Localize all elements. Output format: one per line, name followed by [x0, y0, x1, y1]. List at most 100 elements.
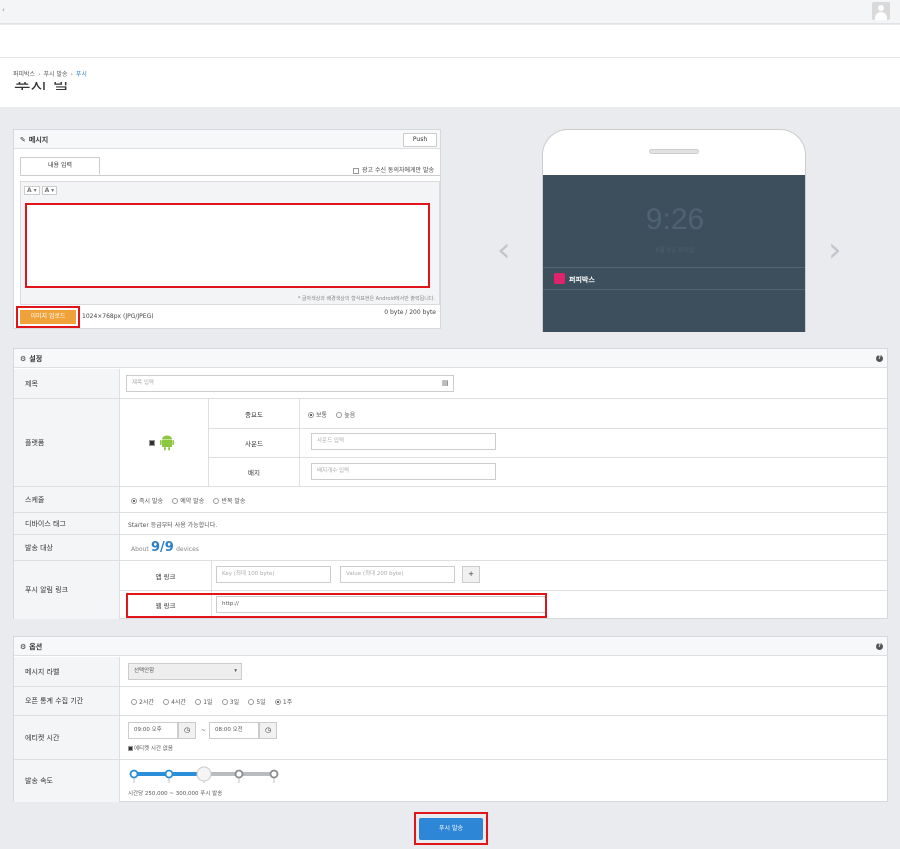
phone-speaker	[649, 149, 699, 154]
header-area	[0, 25, 900, 107]
sound-input[interactable]: 사운드 입력	[311, 433, 496, 450]
divider	[208, 457, 887, 458]
help-icon[interactable]: ?	[876, 355, 883, 362]
tab-content-input[interactable]: 내용 입력	[20, 157, 100, 175]
gear-icon: ⚙	[20, 355, 27, 363]
page-title: 푸시 발송	[14, 82, 84, 90]
breadcrumb: 퍼피박스 › 푸시 발송 › 푸시	[13, 69, 87, 78]
caret-down-icon: ▾	[234, 668, 237, 674]
message-panel: ✎ 메시지 Push 내용 입력 광고 수신 동의자에게만 발송 A ▾ A ▾ *…	[13, 129, 441, 329]
radio-stats-5d[interactable]	[248, 698, 255, 705]
radio-importance-high[interactable]	[336, 411, 343, 418]
radio-stats-2h[interactable]	[131, 698, 137, 705]
device-tag-label: 디바이스 태그	[14, 513, 120, 534]
speed-row: 발송 속도 시간당 250,000 ~ 300,000 푸시 발송	[14, 760, 887, 802]
chevron-right-icon: ›	[70, 71, 73, 78]
editor-note: * 글자색상과 배경색상의 형식표현은 Android에서만 출력됩니다.	[297, 296, 435, 302]
speed-note: 시간당 250,000 ~ 300,000 푸시 발송	[128, 791, 223, 797]
app-icon	[554, 273, 565, 284]
next-arrow-icon[interactable]: ›	[828, 230, 842, 270]
divider	[120, 590, 887, 591]
importance-label: 중요도	[208, 399, 300, 428]
message-label-label: 메시지 라벨	[14, 657, 120, 686]
clock-icon[interactable]: ◷	[178, 722, 196, 739]
add-link-button[interactable]: +	[462, 566, 480, 583]
title-row: 제목 제목 입력 ▤	[14, 369, 887, 399]
badge-label: 배지	[208, 457, 300, 487]
breadcrumb-item[interactable]: 퍼피박스	[13, 71, 35, 78]
radio-schedule-repeat[interactable]	[213, 497, 220, 504]
options-header: ⚙ 옵션?	[14, 637, 887, 656]
preview-app-name: 퍼피박스	[569, 276, 595, 284]
message-editor: A ▾ A ▾ * 글자색상과 배경색상의 형식표현은 Android에서만 출력…	[20, 181, 440, 305]
pencil-icon: ✎	[20, 136, 26, 144]
radio-schedule-now[interactable]	[131, 497, 137, 504]
font-color-button[interactable]: A ▾	[24, 186, 40, 195]
platform-label: 플랫폼	[14, 399, 120, 486]
byte-count: 0 byte / 200 byte	[384, 309, 436, 316]
preview-time: 9:26	[645, 203, 705, 236]
etiquette-row: 에티켓 시간 09:00 오후 ◷ ~ 08:00 오전 ◷ 에티켓 시간 없음	[14, 716, 887, 760]
settings-header: ⚙ 설정?	[14, 349, 887, 368]
etiquette-end-input[interactable]: 08:00 오전	[209, 722, 259, 739]
android-option[interactable]	[149, 435, 175, 451]
phone-screen: 9:26 6월 9일 화요일 퍼피박스	[543, 175, 805, 332]
gear-icon: ⚙	[20, 643, 27, 651]
radio-importance-normal[interactable]	[308, 411, 314, 418]
prev-arrow-icon[interactable]: ‹	[497, 230, 511, 270]
badge-input[interactable]: 배지개수 입력	[311, 463, 496, 480]
label-row: 메시지 라벨 선택안함 ▾	[14, 657, 887, 687]
speed-stop[interactable]	[129, 769, 139, 779]
push-type-button[interactable]: Push	[403, 133, 437, 147]
preview-notification: 퍼피박스	[543, 267, 805, 290]
target-row: 발송 대상 About 9/9 devices	[14, 535, 887, 561]
radio-stats-1d[interactable]	[195, 698, 202, 705]
title-input[interactable]: 제목 입력	[126, 375, 454, 392]
device-tag-row: 디바이스 태그 Starter 등급부터 사용 가능합니다.	[14, 513, 887, 535]
radio-schedule-reserve[interactable]	[172, 497, 179, 504]
checkbox-icon[interactable]	[149, 440, 155, 446]
target-label: 발송 대상	[14, 535, 120, 560]
collapse-arrow-icon[interactable]: ‹	[2, 6, 5, 14]
bg-color-button[interactable]: A ▾	[41, 186, 58, 195]
speed-stop[interactable]	[269, 769, 279, 779]
speed-knob[interactable]	[196, 766, 212, 782]
clock-icon[interactable]: ◷	[259, 722, 277, 739]
importance-options: 보통 높음	[308, 410, 362, 419]
checkbox-icon[interactable]	[353, 167, 360, 174]
stats-row: 오픈 통계 수집 기간 2시간 4시간 1일 3일 5일 1주	[14, 687, 887, 716]
emoji-icon[interactable]: ▤	[442, 379, 449, 387]
message-textarea[interactable]	[25, 203, 430, 288]
etiquette-start-input[interactable]: 09:00 오후	[128, 722, 178, 739]
schedule-label: 스케줄	[14, 487, 120, 512]
radio-stats-4h[interactable]	[163, 698, 170, 705]
speed-slider[interactable]	[128, 763, 288, 785]
image-upload-button[interactable]: 이미지 업로드	[20, 310, 76, 324]
device-tag-note: Starter 등급부터 사용 가능합니다.	[128, 522, 218, 529]
send-push-button[interactable]: 푸시 발송	[419, 818, 483, 840]
speed-label: 발송 속도	[14, 760, 120, 802]
checkbox-icon[interactable]	[128, 745, 133, 751]
radio-stats-1w[interactable]	[274, 698, 281, 705]
app-link-label: 앱 링크	[120, 561, 212, 590]
key-input[interactable]: Key (최대 100 byte)	[216, 566, 331, 583]
speed-stop[interactable]	[234, 769, 244, 779]
radio-stats-3d[interactable]	[221, 698, 228, 705]
user-avatar-icon[interactable]	[872, 2, 890, 20]
breadcrumb-item[interactable]: 푸시 발송	[44, 71, 68, 78]
consent-option[interactable]: 광고 수신 동의자에게만 발송	[353, 165, 434, 174]
no-etiquette-option[interactable]: 에티켓 시간 없음	[128, 744, 173, 752]
value-input[interactable]: Value (최대 200 byte)	[340, 566, 455, 583]
speed-stop[interactable]	[164, 769, 174, 779]
push-link-label: 푸시 알림 링크	[14, 561, 120, 619]
target-count: 9/9	[150, 540, 174, 555]
divider	[20, 175, 440, 176]
divider	[0, 57, 900, 58]
upload-highlight: 이미지 업로드	[16, 306, 80, 328]
schedule-row: 스케줄 즉시 발송 예약 발송 반복 발송	[14, 487, 887, 513]
image-spec: 1024×768px (JPG/JPEG)	[82, 313, 154, 320]
label-select[interactable]: 선택안함 ▾	[128, 663, 242, 680]
help-icon[interactable]: ?	[876, 643, 883, 650]
editor-toolbar: A ▾ A ▾	[24, 186, 59, 195]
stats-label: 오픈 통계 수집 기간	[14, 687, 120, 715]
